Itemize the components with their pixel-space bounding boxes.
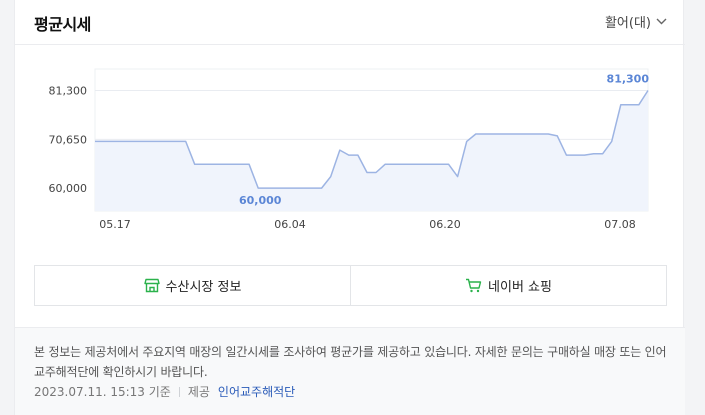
link-bar: 수산시장 정보 네이버 쇼핑 bbox=[34, 265, 667, 306]
price-chart: 81,300 70,650 60,000 05.17 06.04 06.20 07.08 81… bbox=[15, 45, 685, 245]
divider bbox=[178, 386, 180, 397]
info-footer: 본 정보는 제공처에서 주요지역 매장의 일간시세를 조사하여 평균가를 제공하… bbox=[15, 327, 685, 415]
page-title: 평균시세 bbox=[34, 15, 91, 34]
max-value-label: 81,300 bbox=[607, 73, 650, 86]
price-chart-svg: 81,300 70,650 60,000 05.17 06.04 06.20 07.08 81… bbox=[49, 68, 650, 231]
y-tick-label: 81,300 bbox=[49, 85, 88, 98]
y-tick-label: 60,000 bbox=[49, 182, 88, 195]
card-header: 평균시세 활어(대) bbox=[15, 0, 685, 45]
chevron-down-icon bbox=[656, 18, 667, 25]
provider-link[interactable]: 인어교주해적단 bbox=[218, 383, 295, 400]
price-card: 평균시세 활어(대) 81,300 70,650 60,000 05.17 06.04 0… bbox=[14, 0, 685, 415]
store-icon bbox=[143, 278, 160, 293]
unit-dropdown[interactable]: 활어(대) bbox=[605, 12, 667, 31]
source-meta: 2023.07.11. 15:13 기준 제공 인어교주해적단 bbox=[34, 383, 295, 400]
info-description: 본 정보는 제공처에서 주요지역 매장의 일간시세를 조사하여 평균가를 제공하… bbox=[34, 345, 667, 379]
provider-prefix: 제공 bbox=[187, 385, 210, 399]
x-tick-label: 07.08 bbox=[604, 218, 636, 231]
x-tick-label: 06.20 bbox=[429, 218, 461, 231]
market-info-link[interactable]: 수산시장 정보 bbox=[35, 266, 350, 305]
timestamp: 2023.07.11. 15:13 기준 bbox=[34, 385, 171, 399]
market-info-label: 수산시장 정보 bbox=[165, 280, 242, 295]
cart-icon bbox=[466, 278, 482, 293]
min-value-label: 60,000 bbox=[239, 194, 282, 207]
unit-dropdown-label: 활어(대) bbox=[604, 16, 651, 31]
x-tick-label: 05.17 bbox=[99, 218, 131, 231]
naver-shopping-link[interactable]: 네이버 쇼핑 bbox=[350, 266, 666, 305]
y-tick-label: 70,650 bbox=[49, 133, 88, 146]
naver-shopping-label: 네이버 쇼핑 bbox=[488, 280, 552, 295]
x-tick-label: 06.04 bbox=[274, 218, 306, 231]
